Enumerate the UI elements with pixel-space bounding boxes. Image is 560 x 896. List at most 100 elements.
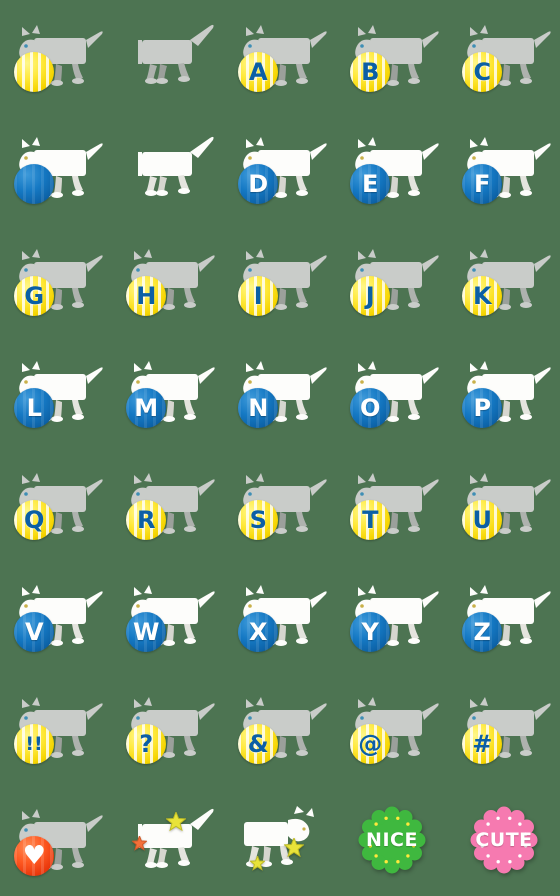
white-cat-pouncing-with-stars[interactable] bbox=[120, 798, 216, 882]
sticker-cell[interactable]: F bbox=[448, 112, 560, 224]
ball-glyph: W bbox=[133, 618, 159, 646]
gray-cat-with-letter-i-ball[interactable]: I bbox=[232, 238, 328, 322]
gray-cat-with-double-exclamation-ball[interactable]: !! bbox=[8, 686, 104, 770]
ball-icon: Y bbox=[350, 612, 390, 652]
white-cat-with-letter-v-ball[interactable]: V bbox=[8, 574, 104, 658]
gray-cat-with-letter-j-ball[interactable]: J bbox=[344, 238, 440, 322]
white-cat-with-letter-o-ball[interactable]: O bbox=[344, 350, 440, 434]
ball-icon: # bbox=[462, 724, 502, 764]
ball-icon: T bbox=[350, 500, 390, 540]
ball-icon: @ bbox=[350, 724, 390, 764]
sticker-cell[interactable]: !! bbox=[0, 672, 112, 784]
white-cat-with-letter-x-ball[interactable]: X bbox=[232, 574, 328, 658]
sticker-cell[interactable] bbox=[0, 0, 112, 112]
badge-label: CUTE bbox=[475, 829, 533, 851]
sticker-cell[interactable] bbox=[112, 784, 224, 896]
white-cat-with-letter-z-ball[interactable]: Z bbox=[456, 574, 552, 658]
sticker-cell[interactable]: K bbox=[448, 224, 560, 336]
gray-cat-with-heart-ball[interactable]: ♥ bbox=[8, 798, 104, 882]
ball-glyph: ? bbox=[139, 730, 153, 758]
sticker-cell[interactable]: R bbox=[112, 448, 224, 560]
gray-cat-with-letter-g-ball[interactable]: G bbox=[8, 238, 104, 322]
sticker-cell[interactable]: A bbox=[224, 0, 336, 112]
sticker-cell[interactable] bbox=[224, 784, 336, 896]
ball-glyph: Z bbox=[473, 618, 491, 646]
sticker-cell[interactable]: CUTE bbox=[448, 784, 560, 896]
gray-cat-with-hash-ball[interactable]: # bbox=[456, 686, 552, 770]
sticker-cell[interactable]: P bbox=[448, 336, 560, 448]
cat-icon bbox=[120, 126, 216, 210]
gray-cat-with-letter-b-ball[interactable]: B bbox=[344, 14, 440, 98]
sticker-cell[interactable]: M bbox=[112, 336, 224, 448]
gray-cat-pouncing[interactable] bbox=[120, 14, 216, 98]
ball-glyph: U bbox=[472, 506, 493, 534]
gray-cat-with-letter-s-ball[interactable]: S bbox=[232, 462, 328, 546]
sticker-cell[interactable]: Y bbox=[336, 560, 448, 672]
gray-cat-with-letter-c-ball[interactable]: C bbox=[456, 14, 552, 98]
gray-cat-with-letter-r-ball[interactable]: R bbox=[120, 462, 216, 546]
white-cat-with-letter-e-ball[interactable]: E bbox=[344, 126, 440, 210]
gray-cat-with-letter-u-ball[interactable]: U bbox=[456, 462, 552, 546]
ball-glyph: J bbox=[365, 282, 375, 310]
ball-icon: S bbox=[238, 500, 278, 540]
ball-glyph: & bbox=[247, 730, 269, 758]
ball-icon: P bbox=[462, 388, 502, 428]
sticker-cell[interactable]: & bbox=[224, 672, 336, 784]
sticker-cell[interactable]: NICE bbox=[336, 784, 448, 896]
sticker-cell[interactable] bbox=[0, 112, 112, 224]
sticker-cell[interactable]: U bbox=[448, 448, 560, 560]
white-cat-with-letter-l-ball[interactable]: L bbox=[8, 350, 104, 434]
cute-badge[interactable]: CUTE bbox=[467, 803, 541, 877]
sticker-cell[interactable]: J bbox=[336, 224, 448, 336]
ball-icon: K bbox=[462, 276, 502, 316]
gray-cat-with-letter-t-ball[interactable]: T bbox=[344, 462, 440, 546]
white-cat-walking-with-stars[interactable] bbox=[232, 798, 328, 882]
gray-cat-with-yellow-striped-ball[interactable] bbox=[8, 14, 104, 98]
sticker-cell[interactable]: L bbox=[0, 336, 112, 448]
sticker-cell[interactable]: ? bbox=[112, 672, 224, 784]
gray-cat-with-letter-k-ball[interactable]: K bbox=[456, 238, 552, 322]
gray-cat-with-question-mark-ball[interactable]: ? bbox=[120, 686, 216, 770]
white-cat-with-letter-m-ball[interactable]: M bbox=[120, 350, 216, 434]
sticker-cell[interactable]: @ bbox=[336, 672, 448, 784]
gray-cat-with-at-sign-ball[interactable]: @ bbox=[344, 686, 440, 770]
white-cat-with-blue-ball[interactable] bbox=[8, 126, 104, 210]
white-cat-with-letter-d-ball[interactable]: D bbox=[232, 126, 328, 210]
sticker-cell[interactable]: C bbox=[448, 0, 560, 112]
gray-cat-with-letter-q-ball[interactable]: Q bbox=[8, 462, 104, 546]
ball-glyph: H bbox=[136, 282, 156, 310]
sticker-cell[interactable]: V bbox=[0, 560, 112, 672]
sticker-cell[interactable]: D bbox=[224, 112, 336, 224]
sticker-cell[interactable]: G bbox=[0, 224, 112, 336]
gray-cat-with-ampersand-ball[interactable]: & bbox=[232, 686, 328, 770]
sticker-cell[interactable]: S bbox=[224, 448, 336, 560]
sticker-cell[interactable]: # bbox=[448, 672, 560, 784]
sticker-cell[interactable]: I bbox=[224, 224, 336, 336]
white-cat-with-letter-w-ball[interactable]: W bbox=[120, 574, 216, 658]
sticker-cell[interactable]: O bbox=[336, 336, 448, 448]
sticker-cell[interactable] bbox=[112, 112, 224, 224]
sticker-cell[interactable]: Z bbox=[448, 560, 560, 672]
nice-badge[interactable]: NICE bbox=[355, 803, 429, 877]
sticker-cell[interactable] bbox=[112, 0, 224, 112]
sticker-cell[interactable]: H bbox=[112, 224, 224, 336]
sticker-cell[interactable]: B bbox=[336, 0, 448, 112]
white-cat-with-letter-f-ball[interactable]: F bbox=[456, 126, 552, 210]
sticker-cell[interactable]: X bbox=[224, 560, 336, 672]
ball-icon: B bbox=[350, 52, 390, 92]
gray-cat-with-letter-h-ball[interactable]: H bbox=[120, 238, 216, 322]
white-cat-with-letter-p-ball[interactable]: P bbox=[456, 350, 552, 434]
sticker-cell[interactable]: Q bbox=[0, 448, 112, 560]
gray-cat-with-letter-a-ball[interactable]: A bbox=[232, 14, 328, 98]
ball-glyph: C bbox=[473, 58, 491, 86]
ball-icon: X bbox=[238, 612, 278, 652]
sticker-cell[interactable]: T bbox=[336, 448, 448, 560]
sticker-cell[interactable]: E bbox=[336, 112, 448, 224]
sticker-cell[interactable]: N bbox=[224, 336, 336, 448]
ball-icon bbox=[14, 52, 54, 92]
sticker-cell[interactable]: W bbox=[112, 560, 224, 672]
white-cat-pouncing[interactable] bbox=[120, 126, 216, 210]
white-cat-with-letter-y-ball[interactable]: Y bbox=[344, 574, 440, 658]
white-cat-with-letter-n-ball[interactable]: N bbox=[232, 350, 328, 434]
sticker-cell[interactable]: ♥ bbox=[0, 784, 112, 896]
